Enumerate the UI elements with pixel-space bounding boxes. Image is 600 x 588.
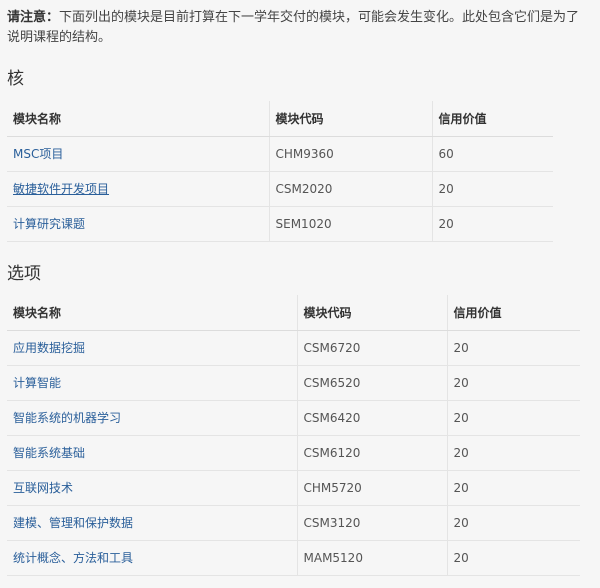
module-code: CSM6520 <box>296 365 447 401</box>
module-link[interactable]: 统计概念、方法和工具 <box>13 551 133 565</box>
module-link[interactable]: 应用数据挖掘 <box>13 341 85 355</box>
table-row: 互联网技术 CHM5720 20 <box>7 470 580 506</box>
module-code: CSM3120 <box>296 505 447 541</box>
module-code: CSM2020 <box>268 171 432 207</box>
module-credits: 20 <box>446 470 580 506</box>
column-header-code: 模块代码 <box>296 295 447 331</box>
module-link[interactable]: 计算智能 <box>13 376 61 390</box>
module-code: CHM9360 <box>268 136 432 172</box>
module-link[interactable]: 敏捷软件开发项目 <box>13 182 109 196</box>
core-heading: 核 <box>7 69 24 89</box>
column-header-credits: 信用价值 <box>431 101 553 137</box>
column-header-code: 模块代码 <box>268 101 432 137</box>
column-header-name: 模块名称 <box>7 295 297 331</box>
module-credits: 20 <box>446 365 580 401</box>
column-header-name: 模块名称 <box>7 101 269 137</box>
table-row: 应用数据挖掘 CSM6720 20 <box>7 330 580 366</box>
core-modules-table: 模块名称 模块代码 信用价值 MSC项目 CHM9360 60 敏捷软件开发项目… <box>7 101 553 242</box>
module-credits: 20 <box>446 400 580 436</box>
table-row: 建模、管理和保护数据 CSM3120 20 <box>7 505 580 541</box>
options-heading: 选项 <box>7 264 41 284</box>
module-credits: 20 <box>431 171 553 207</box>
module-link[interactable]: 智能系统的机器学习 <box>13 411 121 425</box>
module-credits: 20 <box>446 435 580 471</box>
module-code: CSM6720 <box>296 330 447 366</box>
module-credits: 60 <box>431 136 553 172</box>
option-modules-table: 模块名称 模块代码 信用价值 应用数据挖掘 CSM6720 20 计算智能 CS… <box>7 295 580 576</box>
module-link[interactable]: 建模、管理和保护数据 <box>13 516 133 530</box>
table-row: 智能系统的机器学习 CSM6420 20 <box>7 400 580 436</box>
module-code: CSM6120 <box>296 435 447 471</box>
module-code: MAM5120 <box>296 540 447 576</box>
module-credits: 20 <box>446 540 580 576</box>
module-link[interactable]: 计算研究课题 <box>13 217 85 231</box>
table-row: 智能系统基础 CSM6120 20 <box>7 435 580 471</box>
notice-body: 下面列出的模块是目前打算在下一学年交付的模块，可能会发生变化。此处包含它们是为了… <box>7 10 580 45</box>
module-code: CHM5720 <box>296 470 447 506</box>
module-link[interactable]: MSC项目 <box>13 147 63 161</box>
table-row: 计算智能 CSM6520 20 <box>7 365 580 401</box>
module-link[interactable]: 智能系统基础 <box>13 446 85 460</box>
module-link[interactable]: 互联网技术 <box>13 481 73 495</box>
module-credits: 20 <box>446 330 580 366</box>
module-credits: 20 <box>446 505 580 541</box>
notice-prefix: 请注意： <box>7 10 60 25</box>
notice-text: 请注意：下面列出的模块是目前打算在下一学年交付的模块，可能会发生变化。此处包含它… <box>7 8 587 48</box>
module-code: SEM1020 <box>268 206 432 242</box>
column-header-credits: 信用价值 <box>446 295 580 331</box>
table-header-row: 模块名称 模块代码 信用价值 <box>7 101 553 137</box>
table-header-row: 模块名称 模块代码 信用价值 <box>7 295 580 331</box>
table-row: 统计概念、方法和工具 MAM5120 20 <box>7 540 580 576</box>
module-credits: 20 <box>431 206 553 242</box>
table-row: 计算研究课题 SEM1020 20 <box>7 206 553 242</box>
table-row: MSC项目 CHM9360 60 <box>7 136 553 172</box>
module-code: CSM6420 <box>296 400 447 436</box>
table-row: 敏捷软件开发项目 CSM2020 20 <box>7 171 553 207</box>
